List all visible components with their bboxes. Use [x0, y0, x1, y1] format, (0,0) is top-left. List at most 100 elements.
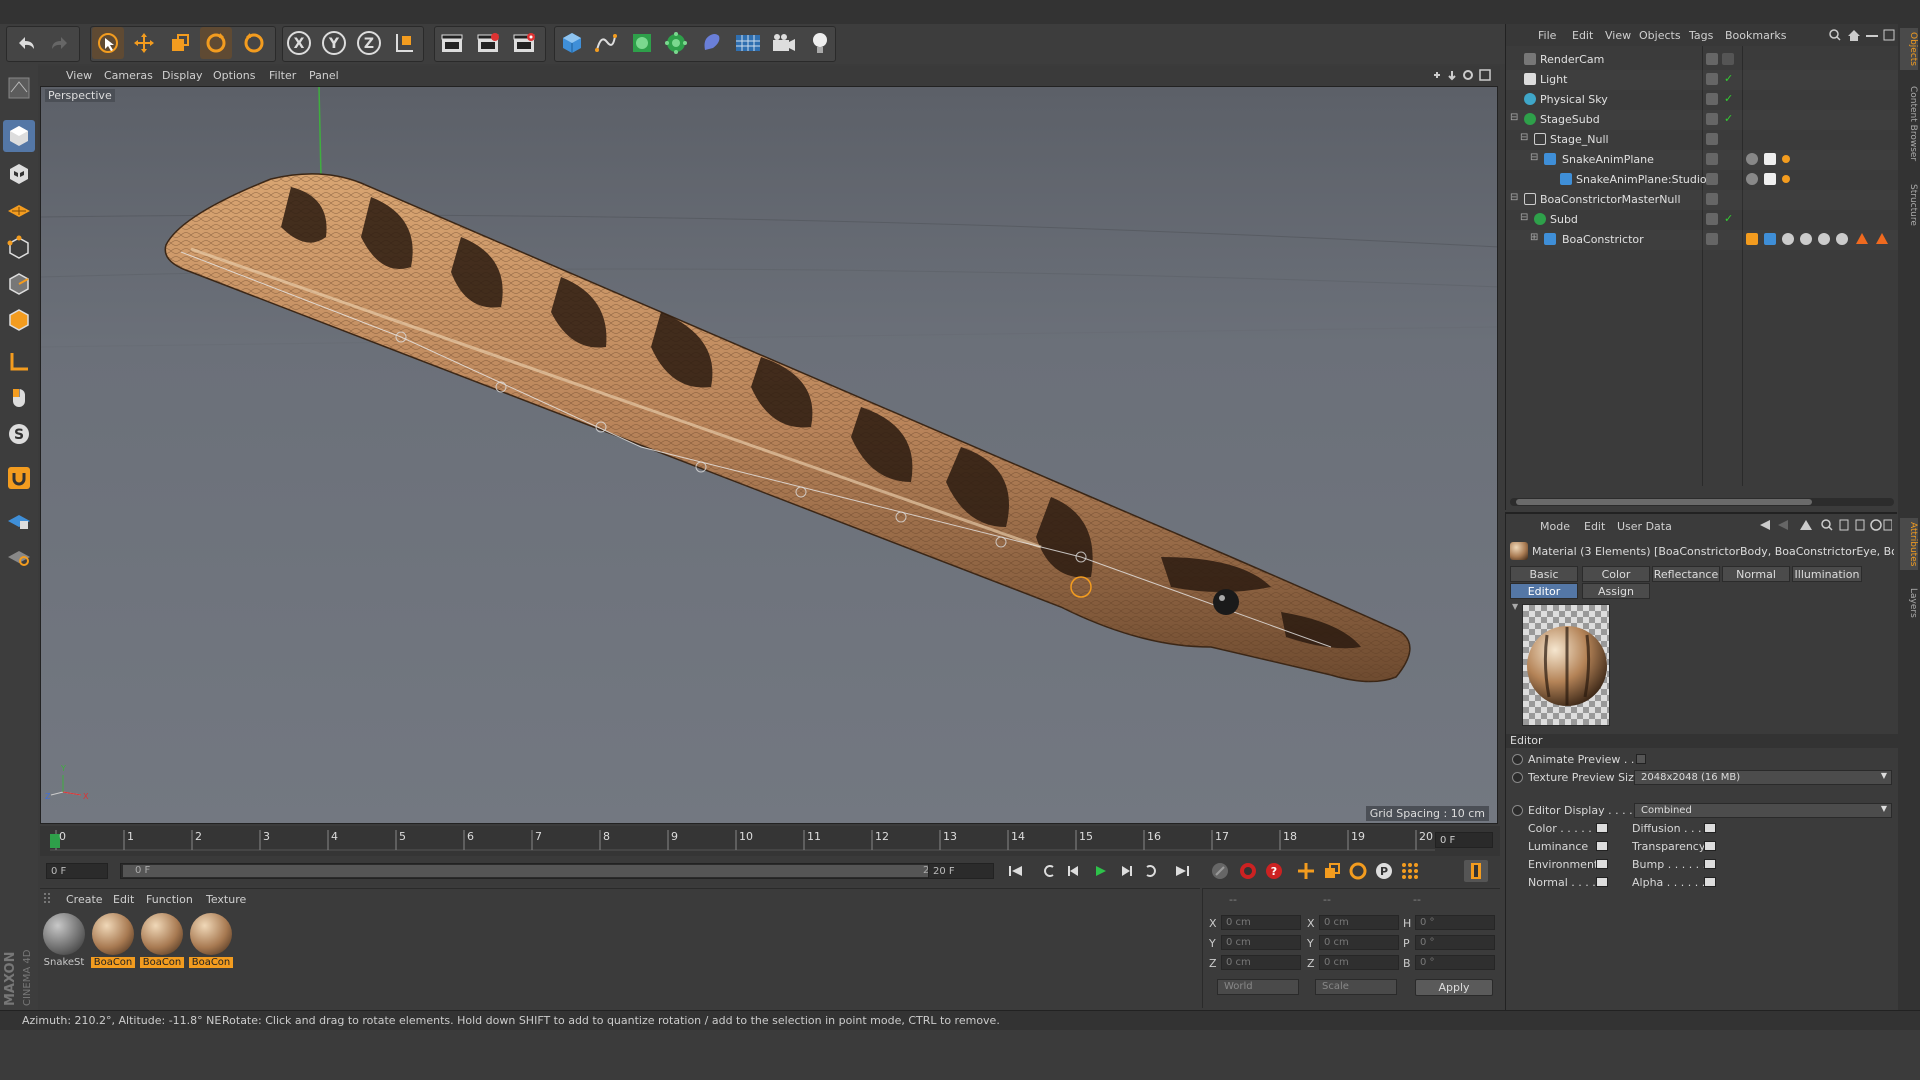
- tab-assign[interactable]: Assign: [1582, 583, 1650, 599]
- am-menu-edit[interactable]: Edit: [1584, 520, 1605, 533]
- rotate-icon[interactable]: [200, 27, 232, 59]
- go-to-end-icon[interactable]: [1170, 860, 1194, 882]
- snapping-icon[interactable]: S: [3, 418, 35, 450]
- visibility-icon[interactable]: [1706, 193, 1718, 205]
- animation-tag-icon[interactable]: [1782, 155, 1790, 163]
- visibility-icon[interactable]: [1706, 113, 1718, 125]
- size-y-field[interactable]: 0 cm: [1319, 935, 1399, 950]
- object-row[interactable]: ⊟ BoaConstrictorMasterNull: [1506, 190, 1898, 210]
- render-toggle-icon[interactable]: [1722, 53, 1734, 65]
- animation-tag-icon[interactable]: [1782, 175, 1790, 183]
- channel-color-toggle[interactable]: [1596, 823, 1608, 833]
- tab-reflectance[interactable]: Reflectance: [1652, 566, 1720, 582]
- object-row[interactable]: Physical Sky ✓: [1506, 90, 1898, 110]
- om-menu-view[interactable]: View: [1605, 29, 1631, 42]
- tab-illumination[interactable]: Illumination: [1792, 566, 1862, 582]
- visibility-icon[interactable]: [1706, 133, 1718, 145]
- timeline-window-icon[interactable]: [1464, 860, 1488, 882]
- z-axis-icon[interactable]: Z: [353, 27, 385, 59]
- weight-tag-icon[interactable]: [1746, 233, 1758, 245]
- render-settings-icon[interactable]: [508, 27, 540, 59]
- record-keys-icon[interactable]: [1208, 860, 1232, 882]
- am-nav-icons[interactable]: [1756, 518, 1893, 535]
- tweak-mode-icon[interactable]: [3, 382, 35, 414]
- move-icon[interactable]: [128, 27, 160, 59]
- object-row[interactable]: ⊞ BoaConstrictor: [1506, 230, 1898, 250]
- cube-icon[interactable]: [556, 27, 588, 59]
- locked-workplane-icon[interactable]: [3, 504, 35, 536]
- next-frame-icon[interactable]: [1114, 860, 1138, 882]
- undo-icon[interactable]: [10, 27, 42, 59]
- channel-transparency-toggle[interactable]: [1704, 841, 1716, 851]
- material-preview-large[interactable]: [1522, 604, 1610, 726]
- preview-range-bar[interactable]: [123, 865, 957, 877]
- polygons-mode-icon[interactable]: [3, 304, 35, 336]
- enabled-check-icon[interactable]: ✓: [1724, 212, 1733, 225]
- am-menu-mode[interactable]: Mode: [1540, 520, 1570, 533]
- visibility-icon[interactable]: [1706, 233, 1718, 245]
- material-menu-create[interactable]: Create: [66, 893, 103, 906]
- menu-cameras[interactable]: Cameras: [104, 69, 153, 82]
- enabled-check-icon[interactable]: ✓: [1724, 112, 1733, 125]
- autokey-icon[interactable]: [1236, 860, 1260, 882]
- material-swatch[interactable]: BoaCon: [189, 913, 233, 971]
- warning-tag-icon[interactable]: [1856, 233, 1868, 244]
- enabled-check-icon[interactable]: ✓: [1724, 72, 1733, 85]
- material-tag-icon[interactable]: [1746, 153, 1758, 165]
- key-position-icon[interactable]: [1294, 860, 1318, 882]
- channel-luminance-toggle[interactable]: [1596, 841, 1608, 851]
- tab-basic[interactable]: Basic: [1510, 566, 1578, 582]
- animate-preview-radio[interactable]: [1512, 754, 1523, 765]
- visibility-icon[interactable]: [1706, 213, 1718, 225]
- scrollbar-thumb[interactable]: [1516, 499, 1812, 505]
- pos-y-field[interactable]: 0 cm: [1221, 935, 1301, 950]
- subdivision-surface-icon[interactable]: [626, 27, 658, 59]
- tab-normal[interactable]: Normal: [1722, 566, 1790, 582]
- key-scale-icon[interactable]: [1320, 860, 1344, 882]
- material-swatch[interactable]: BoaCon: [91, 913, 135, 971]
- max-time-field[interactable]: 20 F: [928, 863, 994, 879]
- menu-panel[interactable]: Panel: [309, 69, 339, 82]
- planar-workplane-icon[interactable]: [3, 540, 35, 572]
- array-icon[interactable]: [660, 27, 692, 59]
- material-tag-icon[interactable]: [1818, 233, 1830, 245]
- magnet-icon[interactable]: [3, 462, 35, 494]
- texture-tag-icon[interactable]: [1764, 173, 1776, 185]
- x-axis-icon[interactable]: X: [283, 27, 315, 59]
- object-row[interactable]: SnakeAnimPlane:Studio: [1506, 170, 1898, 190]
- material-tag-icon[interactable]: [1746, 173, 1758, 185]
- material-swatch[interactable]: BoaCon: [140, 913, 184, 971]
- object-row[interactable]: ⊟ SnakeAnimPlane: [1506, 150, 1898, 170]
- collapse-icon[interactable]: ⊟: [1530, 152, 1538, 163]
- recent-tool-icon[interactable]: [238, 27, 270, 59]
- side-tab-objects[interactable]: Objects: [1900, 28, 1918, 71]
- viewport-nav-icons[interactable]: [1430, 68, 1496, 85]
- size-z-field[interactable]: 0 cm: [1319, 955, 1399, 970]
- floor-icon[interactable]: [732, 27, 764, 59]
- render-picture-viewer-icon[interactable]: [472, 27, 504, 59]
- texture-preview-size-dropdown[interactable]: 2048x2048 (16 MB) ▼: [1634, 770, 1892, 785]
- edges-mode-icon[interactable]: [3, 268, 35, 300]
- channel-environment-toggle[interactable]: [1596, 859, 1608, 869]
- skin-tag-icon[interactable]: [1764, 233, 1776, 245]
- object-row[interactable]: ⊟ Stage_Null: [1506, 130, 1898, 150]
- size-x-field[interactable]: 0 cm: [1319, 915, 1399, 930]
- current-frame-field[interactable]: 0 F: [1435, 832, 1493, 848]
- material-menu-edit[interactable]: Edit: [113, 893, 134, 906]
- 3d-viewport[interactable]: Y X Z Perspective Grid Spacing : 10 cm: [40, 86, 1498, 824]
- menu-options[interactable]: Options: [213, 69, 255, 82]
- material-swatch[interactable]: SnakeSt: [42, 913, 86, 971]
- light-icon[interactable]: [804, 27, 836, 59]
- om-menu-objects[interactable]: Objects: [1639, 29, 1681, 42]
- visibility-icon[interactable]: [1706, 153, 1718, 165]
- am-menu-user-data[interactable]: User Data: [1617, 520, 1672, 533]
- y-axis-icon[interactable]: Y: [318, 27, 350, 59]
- key-parameter-icon[interactable]: P: [1372, 860, 1396, 882]
- coordinate-system-icon[interactable]: [388, 27, 420, 59]
- object-row[interactable]: ⊟ Subd ✓: [1506, 210, 1898, 230]
- apply-button[interactable]: Apply: [1415, 979, 1493, 996]
- warning-tag-icon[interactable]: [1876, 233, 1888, 244]
- visibility-icon[interactable]: [1706, 173, 1718, 185]
- axis-mode-icon[interactable]: [3, 346, 35, 378]
- object-row[interactable]: Light ✓: [1506, 70, 1898, 90]
